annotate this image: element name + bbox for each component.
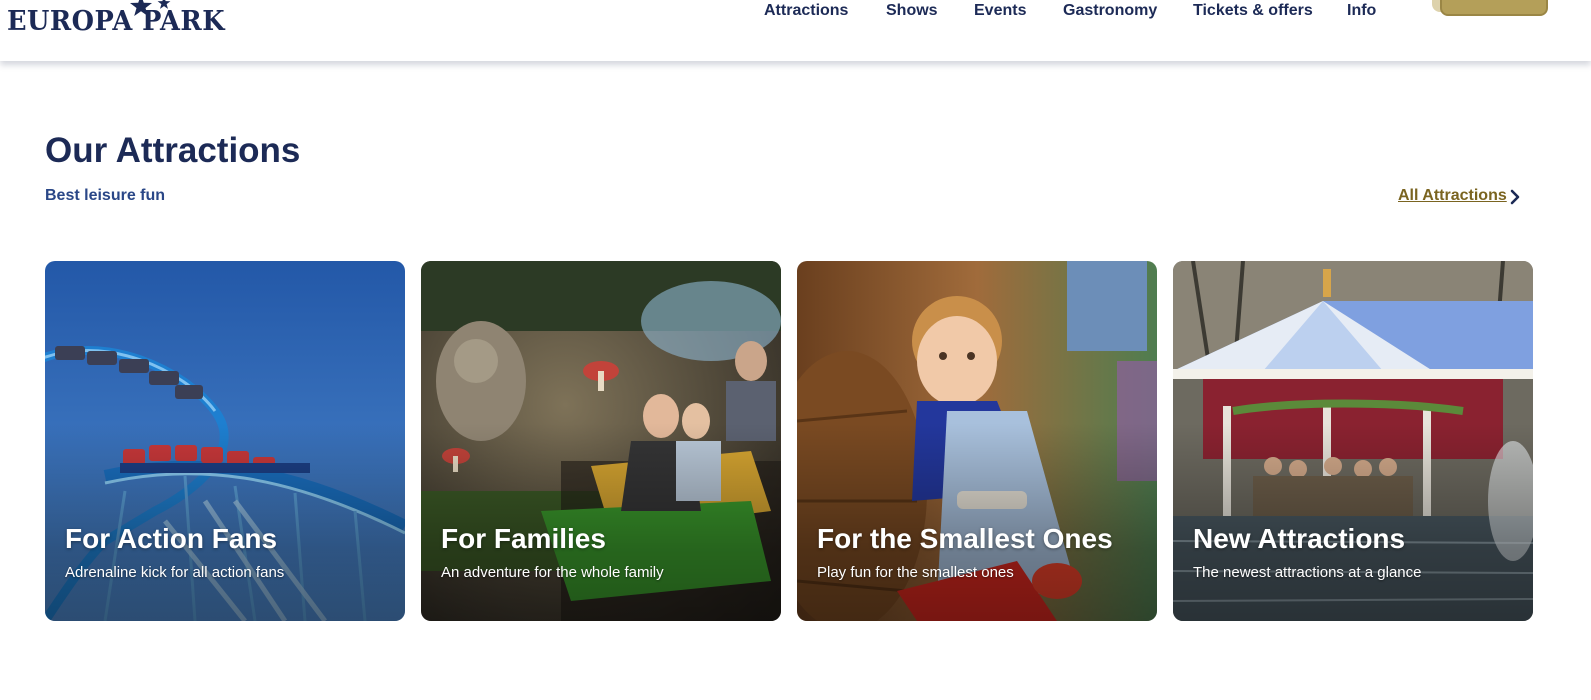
card-description: An adventure for the whole family — [441, 564, 664, 581]
nav-item-gastronomy[interactable]: Gastronomy — [1063, 2, 1157, 20]
nav-item-shows[interactable]: Shows — [886, 2, 938, 20]
section-subtitle: Best leisure fun — [45, 187, 166, 204]
card-title: For Action Fans — [65, 523, 278, 554]
card-description: Play fun for the smallest ones — [817, 564, 1014, 581]
chevron-right-icon[interactable] — [1509, 188, 1521, 206]
all-attractions-link[interactable]: All Attractions — [1398, 187, 1507, 205]
nav-item-attractions[interactable]: Attractions — [764, 2, 848, 20]
nav-item-events[interactable]: Events — [974, 2, 1026, 20]
card-families[interactable]: For Families An adventure for the whole … — [421, 261, 781, 621]
card-title: For the Smallest Ones — [817, 523, 1113, 554]
site-header: EUROPA PARK Attractions Shows Events Gas… — [0, 0, 1591, 61]
nav-item-tickets[interactable]: Tickets & offers — [1193, 2, 1313, 20]
card-description: The newest attractions at a glance — [1193, 564, 1422, 581]
card-description: Adrenaline kick for all action fans — [65, 564, 285, 581]
card-action-fans[interactable]: For Action Fans Adrenaline kick for all … — [45, 261, 405, 621]
card-smallest-ones[interactable]: For the Smallest Ones Play fun for the s… — [797, 261, 1157, 621]
star-icon — [130, 0, 152, 16]
ticket-button[interactable] — [1440, 0, 1548, 16]
nav-item-info[interactable]: Info — [1347, 2, 1376, 20]
europa-park-logo[interactable]: EUROPA PARK — [7, 0, 237, 40]
card-new-attractions[interactable]: New Attractions The newest attractions a… — [1173, 261, 1533, 621]
card-title: New Attractions — [1193, 523, 1406, 554]
page-title: Our Attractions — [45, 131, 301, 170]
logo-text: EUROPA PARK — [7, 6, 225, 37]
card-title: For Families — [441, 523, 606, 554]
small-star-icon — [157, 0, 171, 9]
